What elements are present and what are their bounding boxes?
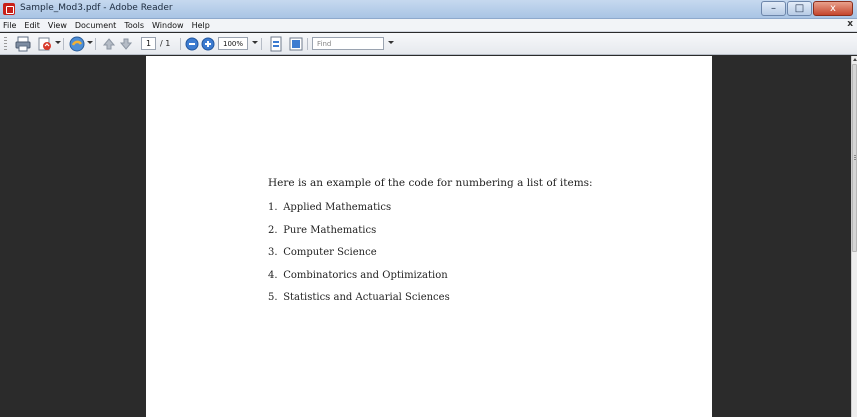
list-item: 5. Statistics and Actuarial Sciences [268, 292, 450, 304]
scroll-thumb-grip [854, 155, 856, 160]
list-item: 2. Pure Mathematics [268, 224, 377, 236]
menu-help[interactable]: Help [189, 21, 215, 30]
toolbar-separator [261, 38, 262, 50]
print-icon[interactable] [15, 36, 31, 52]
pdf-page: Here is an example of the code for numbe… [146, 56, 712, 417]
scroll-up-arrow-icon[interactable] [853, 58, 857, 61]
fit-page-icon[interactable] [268, 36, 284, 52]
next-page-icon[interactable] [118, 36, 134, 52]
toolbar: / 1 [0, 33, 857, 55]
zoom-in-icon[interactable] [200, 36, 216, 52]
menu-edit[interactable]: Edit [21, 21, 45, 30]
minimize-button[interactable]: – [761, 1, 786, 16]
toolbar-separator [95, 38, 96, 50]
menu-bar: File Edit View Document Tools Window Hel… [0, 19, 857, 32]
document-close-button[interactable]: x [847, 19, 853, 29]
scroll-thumb[interactable] [852, 64, 857, 252]
menu-file[interactable]: File [0, 21, 21, 30]
window-title: Sample_Mod3.pdf - Adobe Reader [20, 3, 173, 13]
menu-tools[interactable]: Tools [121, 21, 149, 30]
numbered-list: 1. Applied Mathematics 2. Pure Mathemati… [268, 201, 593, 314]
list-item: 1. Applied Mathematics [268, 202, 392, 213]
toolbar-separator [307, 38, 308, 50]
collaborate-dropdown[interactable] [87, 41, 93, 44]
list-item: 4. Combinatorics and Optimization [268, 269, 448, 281]
menu-document[interactable]: Document [72, 21, 121, 30]
create-pdf-icon[interactable] [37, 36, 53, 52]
menu-view[interactable]: View [45, 21, 72, 30]
adobe-reader-window: Sample_Mod3.pdf - Adobe Reader – □ x Fil… [0, 0, 857, 417]
toolbar-separator [63, 38, 64, 50]
adobe-reader-icon [3, 3, 15, 15]
window-controls: – □ x [760, 1, 853, 17]
previous-page-icon[interactable] [101, 36, 117, 52]
zoom-dropdown[interactable] [252, 41, 258, 44]
collaborate-icon[interactable] [69, 36, 85, 52]
vertical-scrollbar[interactable] [851, 56, 857, 417]
close-button[interactable]: x [813, 1, 853, 16]
zoom-level-input[interactable] [218, 37, 248, 50]
zoom-out-icon[interactable] [184, 36, 200, 52]
title-bar: Sample_Mod3.pdf - Adobe Reader – □ x [0, 0, 857, 19]
page-content: Here is an example of the code for numbe… [268, 177, 593, 314]
toolbar-separator [180, 38, 181, 50]
menu-window[interactable]: Window [149, 21, 189, 30]
maximize-button[interactable]: □ [787, 1, 812, 16]
page-total: / 1 [160, 39, 171, 48]
find-input[interactable] [312, 37, 384, 50]
intro-text: Here is an example of the code for numbe… [268, 177, 593, 189]
page-number-input[interactable] [141, 37, 156, 50]
toolbar-grip[interactable] [4, 37, 7, 51]
document-viewport[interactable]: Here is an example of the code for numbe… [0, 56, 851, 417]
fit-width-icon[interactable] [288, 36, 304, 52]
list-item: 3. Computer Science [268, 247, 377, 259]
find-dropdown[interactable] [388, 41, 394, 44]
create-pdf-dropdown[interactable] [55, 41, 61, 44]
